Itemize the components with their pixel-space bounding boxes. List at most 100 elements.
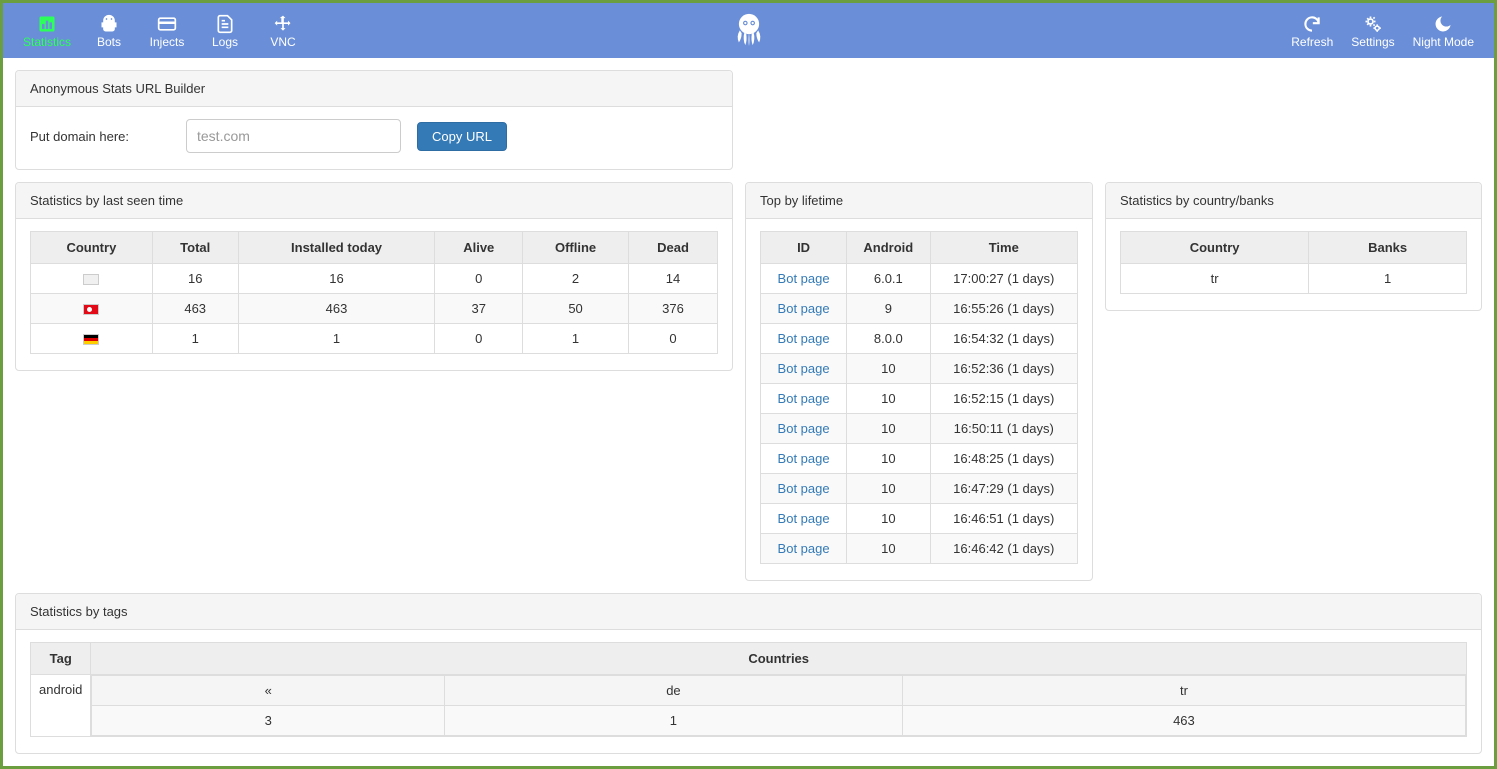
flag-icon bbox=[83, 304, 99, 315]
nav-refresh[interactable]: Refresh bbox=[1291, 13, 1333, 49]
col-header: Alive bbox=[435, 232, 523, 264]
col-header: Total bbox=[152, 232, 238, 264]
col-header: Dead bbox=[629, 232, 718, 264]
bot-page-link[interactable]: Bot page bbox=[778, 301, 830, 316]
cell-id: Bot page bbox=[761, 324, 847, 354]
cell-android: 9 bbox=[847, 294, 930, 324]
banks-panel: Statistics by country/banks CountryBanks… bbox=[1105, 182, 1482, 311]
cell-android: 10 bbox=[847, 414, 930, 444]
cell-offline: 2 bbox=[523, 264, 629, 294]
table-row: Bot page1016:46:42 (1 days) bbox=[761, 534, 1078, 564]
col-header: Offline bbox=[523, 232, 629, 264]
nav-label: Statistics bbox=[23, 35, 71, 49]
stats-table: CountryTotalInstalled todayAliveOfflineD… bbox=[30, 231, 718, 354]
col-header: Android bbox=[847, 232, 930, 264]
cell-time: 16:47:29 (1 days) bbox=[930, 474, 1077, 504]
nav-night-mode[interactable]: Night Mode bbox=[1413, 13, 1474, 49]
panel-title: Anonymous Stats URL Builder bbox=[16, 71, 732, 107]
tags-table: Tag Countries android «detr31463 bbox=[30, 642, 1467, 737]
nav-settings[interactable]: Settings bbox=[1351, 13, 1394, 49]
nav-label: Logs bbox=[212, 35, 238, 49]
panel-title: Statistics by country/banks bbox=[1106, 183, 1481, 219]
domain-input[interactable] bbox=[186, 119, 401, 153]
bot-page-link[interactable]: Bot page bbox=[778, 541, 830, 556]
cell-android: 10 bbox=[847, 444, 930, 474]
cell-android: 10 bbox=[847, 474, 930, 504]
banks-table: CountryBanks tr1 bbox=[1120, 231, 1467, 294]
nav-label: VNC bbox=[270, 35, 295, 49]
cell-alive: 37 bbox=[435, 294, 523, 324]
bot-page-link[interactable]: Bot page bbox=[778, 361, 830, 376]
bot-page-link[interactable]: Bot page bbox=[778, 451, 830, 466]
cell-android: 10 bbox=[847, 534, 930, 564]
cell-time: 17:00:27 (1 days) bbox=[930, 264, 1077, 294]
country-name: tr bbox=[902, 676, 1465, 706]
cell-id: Bot page bbox=[761, 474, 847, 504]
bot-page-link[interactable]: Bot page bbox=[778, 271, 830, 286]
cell-country: tr bbox=[1121, 264, 1309, 294]
table-row: android «detr31463 bbox=[31, 675, 1467, 737]
cell-installed: 16 bbox=[238, 264, 435, 294]
octopus-logo bbox=[726, 6, 772, 55]
cell-android: 6.0.1 bbox=[847, 264, 930, 294]
cell-id: Bot page bbox=[761, 264, 847, 294]
cell-time: 16:50:11 (1 days) bbox=[930, 414, 1077, 444]
col-countries: Countries bbox=[91, 643, 1467, 675]
cell-android: 8.0.0 bbox=[847, 324, 930, 354]
tag-name: android bbox=[31, 675, 91, 737]
cell-time: 16:55:26 (1 days) bbox=[930, 294, 1077, 324]
cell-android: 10 bbox=[847, 504, 930, 534]
copy-url-button[interactable]: Copy URL bbox=[417, 122, 507, 151]
cell-country bbox=[31, 294, 153, 324]
cell-total: 463 bbox=[152, 294, 238, 324]
stats-by-time-panel: Statistics by last seen time CountryTota… bbox=[15, 182, 733, 371]
cell-alive: 0 bbox=[435, 324, 523, 354]
android-icon bbox=[99, 13, 119, 35]
cell-total: 1 bbox=[152, 324, 238, 354]
chart-icon bbox=[37, 13, 57, 35]
col-tag: Tag bbox=[31, 643, 91, 675]
flag-icon bbox=[83, 274, 99, 285]
country-count: 3 bbox=[92, 706, 445, 736]
cell-time: 16:52:15 (1 days) bbox=[930, 384, 1077, 414]
cell-time: 16:54:32 (1 days) bbox=[930, 324, 1077, 354]
top-lifetime-panel: Top by lifetime IDAndroidTime Bot page6.… bbox=[745, 182, 1093, 581]
cell-country bbox=[31, 264, 153, 294]
cell-android: 10 bbox=[847, 384, 930, 414]
cell-country bbox=[31, 324, 153, 354]
panel-title: Statistics by last seen time bbox=[16, 183, 732, 219]
bot-page-link[interactable]: Bot page bbox=[778, 511, 830, 526]
nav-label: Bots bbox=[97, 35, 121, 49]
top-nav: Statistics Bots Injects Logs VNC Refresh Sett… bbox=[3, 3, 1494, 58]
country-name: « bbox=[92, 676, 445, 706]
nav-bots[interactable]: Bots bbox=[89, 13, 129, 49]
table-row: Bot page 1016:50:11 (1 days) bbox=[761, 414, 1078, 444]
top-table: IDAndroidTime Bot page6.0.117:00:27 (1 d… bbox=[760, 231, 1078, 564]
cell-banks: 1 bbox=[1309, 264, 1467, 294]
panel-title: Top by lifetime bbox=[746, 183, 1092, 219]
col-header: Country bbox=[31, 232, 153, 264]
table-row: Bot page1016:52:36 (1 days) bbox=[761, 354, 1078, 384]
col-header: ID bbox=[761, 232, 847, 264]
bot-page-link[interactable]: Bot page bbox=[778, 421, 830, 436]
cell-id: Bot page bbox=[761, 534, 847, 564]
cell-time: 16:46:51 (1 days) bbox=[930, 504, 1077, 534]
nav-injects[interactable]: Injects bbox=[147, 13, 187, 49]
nav-label: Injects bbox=[150, 35, 185, 49]
domain-label: Put domain here: bbox=[30, 129, 170, 144]
country-count: 1 bbox=[444, 706, 902, 736]
nav-label: Settings bbox=[1351, 35, 1394, 49]
col-header: Country bbox=[1121, 232, 1309, 264]
bot-page-link[interactable]: Bot page bbox=[778, 391, 830, 406]
cell-installed: 1 bbox=[238, 324, 435, 354]
nav-statistics[interactable]: Statistics bbox=[23, 13, 71, 49]
cell-id: Bot page bbox=[761, 384, 847, 414]
cell-offline: 1 bbox=[523, 324, 629, 354]
tags-panel: Statistics by tags Tag Countries android… bbox=[15, 593, 1482, 754]
bot-page-link[interactable]: Bot page bbox=[778, 331, 830, 346]
table-row: Bot page 1016:46:51 (1 days) bbox=[761, 504, 1078, 534]
nav-vnc[interactable]: VNC bbox=[263, 13, 303, 49]
url-builder-panel: Anonymous Stats URL Builder Put domain h… bbox=[15, 70, 733, 170]
bot-page-link[interactable]: Bot page bbox=[778, 481, 830, 496]
nav-logs[interactable]: Logs bbox=[205, 13, 245, 49]
